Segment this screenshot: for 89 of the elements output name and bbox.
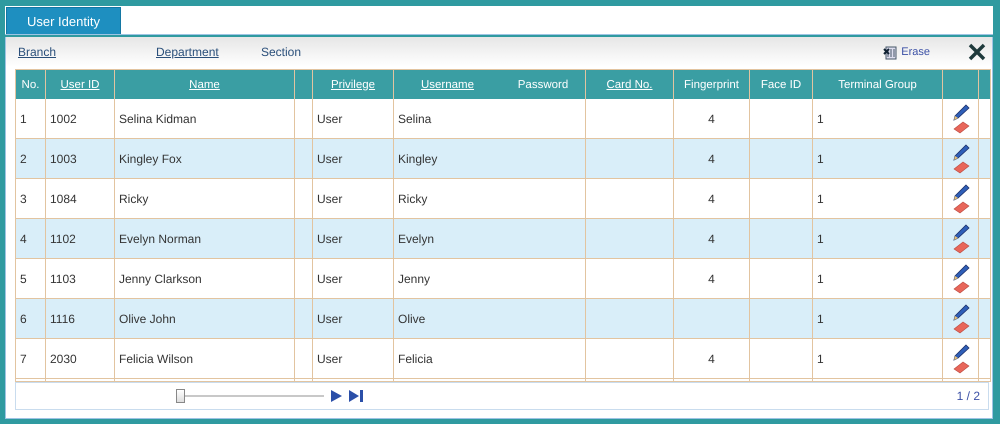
- table-cell: 1: [813, 179, 943, 219]
- filter-label: Section: [261, 45, 302, 59]
- table-cell: 1: [813, 299, 943, 339]
- table-cell: 4: [674, 99, 750, 139]
- trash-icon: [883, 44, 898, 60]
- table-cell: [295, 219, 313, 259]
- pencil-icon[interactable]: [952, 264, 970, 280]
- table-cell: 2030: [46, 339, 115, 379]
- table-cell: 1: [16, 99, 46, 139]
- pencil-icon[interactable]: [952, 224, 970, 240]
- last-page-button[interactable]: [348, 390, 364, 402]
- column-header-link[interactable]: Name: [189, 78, 220, 90]
- pencil-icon[interactable]: [952, 304, 970, 320]
- table-cell: User: [313, 259, 394, 299]
- table-cell: 1103: [46, 259, 115, 299]
- table-cell: 1102: [46, 219, 115, 259]
- eraser-icon[interactable]: [952, 200, 970, 214]
- erase-button[interactable]: Erase: [883, 44, 930, 60]
- eraser-icon[interactable]: [952, 280, 970, 294]
- tab[interactable]: User Identity: [6, 7, 121, 34]
- table-cell: User: [313, 179, 394, 219]
- eraser-icon[interactable]: [952, 160, 970, 174]
- close-icon[interactable]: [968, 43, 986, 61]
- table-cell: 1: [813, 259, 943, 299]
- table-cell: User: [313, 219, 394, 259]
- table-cell: [295, 179, 313, 219]
- table-cell: 1084: [46, 179, 115, 219]
- table-cell: 1002: [46, 99, 115, 139]
- filter-link[interactable]: Department: [156, 45, 219, 59]
- table-cell: 4: [674, 179, 750, 219]
- table-cell: [295, 99, 313, 139]
- table-cell: 1116: [46, 299, 115, 339]
- table-cell: [295, 339, 313, 379]
- next-page-button[interactable]: [330, 390, 342, 402]
- table-cell: 1: [813, 139, 943, 179]
- table-cell: Selina Kidman: [115, 99, 295, 139]
- table-cell: [750, 339, 813, 379]
- filter-link[interactable]: Branch: [18, 45, 56, 59]
- table-cell: [750, 139, 813, 179]
- table-cell: Kingley Fox: [115, 139, 295, 179]
- table-cell: [295, 139, 313, 179]
- column-header: Terminal Group: [838, 78, 917, 90]
- table-cell: User: [313, 99, 394, 139]
- slider-thumb[interactable]: [176, 389, 185, 403]
- table-cell: [750, 219, 813, 259]
- table-cell: 4: [674, 339, 750, 379]
- table-cell: 1: [813, 99, 943, 139]
- header-cell: [979, 69, 991, 99]
- table-cell: 3: [16, 179, 46, 219]
- column-header: Password: [518, 78, 568, 90]
- eraser-icon[interactable]: [952, 120, 970, 134]
- table-cell: 1: [813, 339, 943, 379]
- column-header: No.: [22, 78, 40, 90]
- column-header: Fingerprint: [684, 78, 739, 90]
- table-cell: Ricky: [115, 179, 295, 219]
- eraser-icon[interactable]: [952, 360, 970, 374]
- table-cell: Olive: [394, 299, 501, 339]
- table-cell: 4: [674, 139, 750, 179]
- table-cell: Jenny Clarkson: [115, 259, 295, 299]
- table-cell: Felicia Wilson: [115, 339, 295, 379]
- table-cell: Olive John: [115, 299, 295, 339]
- table-cell: 7: [16, 339, 46, 379]
- table-cell: Evelyn Norman: [115, 219, 295, 259]
- eraser-icon[interactable]: [952, 320, 970, 334]
- table-cell: 2: [16, 139, 46, 179]
- pencil-icon[interactable]: [952, 144, 970, 160]
- page-indicator: 1 / 2: [956, 389, 980, 403]
- table-cell: 1: [813, 219, 943, 259]
- table-cell: 5: [16, 259, 46, 299]
- table-cell: 4: [674, 259, 750, 299]
- table-cell: 4: [674, 219, 750, 259]
- pencil-icon[interactable]: [952, 344, 970, 360]
- table-cell: 1003: [46, 139, 115, 179]
- table-cell: [295, 259, 313, 299]
- table-cell: 4: [16, 219, 46, 259]
- table-cell: [750, 259, 813, 299]
- table-cell: 6: [16, 299, 46, 339]
- table-cell: User: [313, 139, 394, 179]
- pencil-icon[interactable]: [952, 104, 970, 120]
- table-cell: [750, 179, 813, 219]
- table-cell: User: [313, 299, 394, 339]
- column-header: Face ID: [760, 78, 802, 90]
- table-cell: Evelyn: [394, 219, 501, 259]
- eraser-icon[interactable]: [952, 240, 970, 254]
- table-cell: User: [313, 339, 394, 379]
- pencil-icon[interactable]: [952, 184, 970, 200]
- table-cell: [750, 299, 813, 339]
- table-cell: [295, 299, 313, 339]
- table-cell: Kingley: [394, 139, 501, 179]
